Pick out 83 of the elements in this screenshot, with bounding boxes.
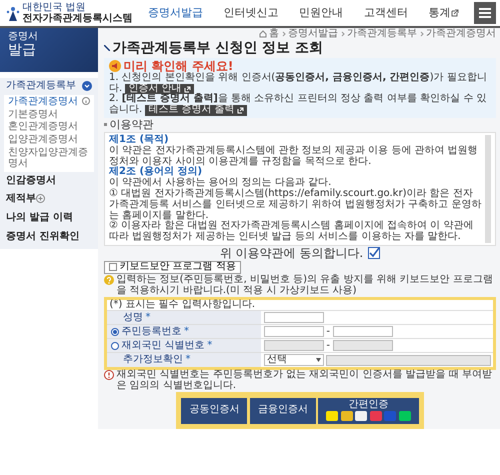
field-label: 재외국민 식별번호	[122, 340, 205, 352]
notice-text: 1. 신청인의 본인확인을 위해 인증서(공동인증서, 금융인증서, 간편인증)가 필요합니다. 인증서 안내	[109, 72, 488, 94]
banner-subtitle: 증명서	[8, 32, 39, 43]
notice-title: 미리 확인해 주세요!	[124, 60, 234, 73]
auth-button[interactable]: 간편인증	[318, 398, 419, 424]
input-field[interactable]	[332, 326, 392, 338]
nav-link[interactable]: 증명서발급	[148, 7, 203, 19]
footnote-text: 재외국민 식별번호는 주민등록번호가 없는 재외국민이 인증서를 발급받을 때 부여받은 임의의 식별번호입니다.	[116, 370, 493, 392]
chevron-icon	[340, 31, 344, 38]
auth-button[interactable]: 공동인증서	[181, 398, 248, 424]
help-icon	[104, 275, 114, 286]
submenu-label: 가족관계증명서	[8, 96, 78, 108]
field-label: 성명	[123, 312, 143, 324]
submenu-item[interactable]: 기본증명서	[4, 108, 94, 122]
logo-subtitle: 대한민국 법원	[22, 2, 87, 12]
terms-text: ① 대법원 전자가족관계등록시스템(https://efamily.scourt.go.kr)이라 함은 전자가족관계등록 서비스를 인터넷으로 제공하기 위하여 법원행정처가 구축하고 운영하는 홈페이지를 말한다.	[109, 188, 482, 220]
auth-button[interactable]: 금융인증서	[250, 398, 316, 424]
megaphone-icon	[109, 60, 121, 72]
required-mark: *	[184, 326, 189, 338]
guide-button[interactable]: 테스트 증명서 출력	[145, 105, 248, 116]
keyboard-security-button[interactable]: 키보드보안 프로그램 적용	[104, 260, 241, 274]
submenu-item[interactable]: 가족관계증명서	[4, 96, 94, 109]
submenu-label: 기본증명서	[8, 110, 58, 120]
terms-text: 이 약관에서 사용하는 용어의 정의는 다음과 같다.	[109, 178, 332, 188]
breadcrumb-link[interactable]: 증명서발급	[288, 29, 338, 40]
select-field[interactable]: 선택	[264, 354, 324, 366]
sidebar-menu-item[interactable]: 가족관계등록부	[4, 78, 94, 95]
external-link-icon	[237, 107, 244, 114]
guide-button[interactable]: 인증서 안내	[125, 84, 194, 94]
expand-icon	[36, 194, 45, 204]
radio-button[interactable]	[111, 342, 119, 350]
submenu-item[interactable]: 혼인관계증명서	[4, 121, 94, 134]
terms-text: ② 이용자라 함은 대법원 전자가족관계등록시스템 홈페이지에 접속하여 이 약관에 따라 법원행정처가 제공하는 인터넷 발급 등의 서비스를 이용하는 자를 말한다.	[109, 221, 474, 243]
menu-icon	[477, 5, 493, 21]
title-mark-icon	[104, 45, 110, 52]
submenu-label: 혼인관계증명서	[8, 122, 78, 134]
submenu-label: 친양자입양관계증명서	[8, 148, 89, 170]
agree-checkbox[interactable]	[368, 247, 380, 260]
security-note: 입력하는 정보(주민등록번호, 비밀번호 등)의 유출 방지를 위해 키보드보안 프로그램을 적용하시기 바랍니다.(미 적용 시 가상키보드 사용)	[116, 275, 494, 297]
caret-icon	[316, 358, 321, 362]
bullet-icon	[104, 123, 107, 126]
external-link-icon	[450, 9, 459, 17]
emblem-icon	[6, 5, 20, 21]
agree-label: 위 이용약관에 동의합니다.	[220, 246, 364, 260]
field-label: 주민등록번호	[122, 326, 182, 338]
home-icon	[258, 30, 266, 38]
breadcrumb-link[interactable]: 가족관계증명서	[426, 29, 496, 40]
article-title: 제1조 (목적)	[109, 134, 170, 146]
nav-link[interactable]: 고객센터	[364, 7, 408, 19]
input-field[interactable]	[264, 326, 324, 338]
separator: -	[326, 326, 330, 338]
banner-title: 발급	[8, 42, 37, 58]
menu-label: 가족관계등록부	[6, 81, 76, 92]
chevron-icon	[420, 31, 424, 38]
required-mark: *	[146, 312, 150, 324]
breadcrumb-link[interactable]: 홈	[269, 29, 279, 40]
menu-label: 제적부	[6, 194, 36, 205]
chevron-icon	[282, 31, 286, 38]
article-title: 제2조 (용어의 정의)	[109, 167, 202, 178]
nav-link[interactable]: 통계	[428, 7, 459, 19]
page-title: 가족관계등록부 신청인 정보 조회	[112, 40, 324, 56]
site-name: 전자가족관계등록시스템	[22, 12, 132, 24]
submenu-item[interactable]: 입양관계증명서	[4, 134, 94, 147]
collapse-icon	[82, 81, 92, 92]
scrollbar[interactable]	[485, 134, 491, 243]
required-mark: *	[186, 355, 190, 366]
radio-button[interactable]	[111, 328, 119, 336]
submenu-label: 입양관계증명서	[8, 135, 78, 146]
separator: -	[326, 340, 330, 352]
required-mark: *	[207, 340, 212, 352]
info-icon	[82, 96, 90, 105]
notice-text: 2. [테스트 증명서 출력]을 통해 소유하신 프린터의 정상 출력 여부를 확인하실 수 있습니다. 테스트 증명서 출력	[109, 94, 488, 116]
nav-link[interactable]: 인터넷신고	[224, 7, 279, 19]
nav-link[interactable]: 민원안내	[299, 7, 344, 19]
input-field[interactable]	[264, 312, 324, 324]
menu-button[interactable]	[474, 2, 496, 24]
external-link-icon	[184, 86, 192, 93]
field-label: 추가정보확인	[123, 355, 183, 366]
required-note: (*) 표시는 필수 입력사항입니다.	[108, 300, 256, 310]
section-heading: 이용약관	[110, 119, 154, 131]
breadcrumb-link[interactable]: 가족관계등록부	[347, 29, 417, 40]
submenu-item[interactable]: 친양자입양관계증명서	[4, 146, 94, 171]
terms-text: 이 약관은 전자가족관계등록시스템에 관한 정보의 제공과 이용 등에 관하여 법원행정처와 이용자 사이의 이용관계를 규정함을 목적으로 한다.	[109, 146, 479, 167]
